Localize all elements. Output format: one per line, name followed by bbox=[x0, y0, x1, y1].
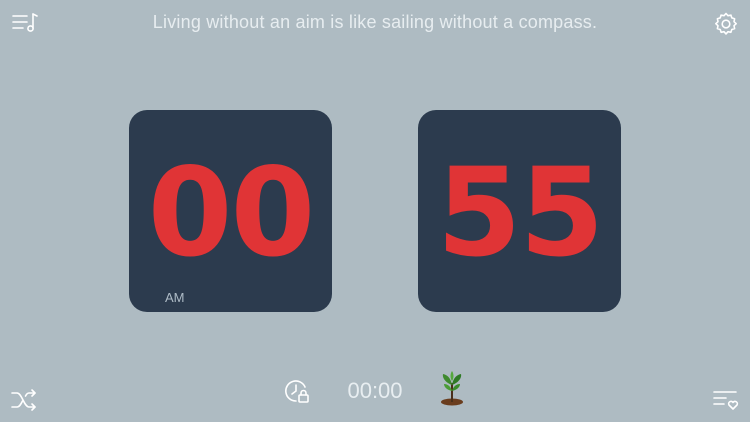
hours-card: 00 AM bbox=[129, 110, 332, 312]
am-pm-label: AM bbox=[165, 290, 185, 305]
sprout-icon[interactable] bbox=[437, 369, 467, 407]
gear-icon[interactable] bbox=[711, 9, 741, 39]
hours-digits: 00 bbox=[147, 142, 316, 284]
clock-lock-icon[interactable] bbox=[282, 376, 312, 406]
minutes-card: 55 bbox=[418, 110, 621, 312]
shuffle-icon[interactable] bbox=[9, 385, 39, 415]
favorites-list-icon[interactable] bbox=[711, 385, 741, 415]
quote-text: Living without an aim is like sailing wi… bbox=[152, 12, 598, 32]
timer-display[interactable]: 00:00 bbox=[330, 378, 420, 404]
minutes-digits: 55 bbox=[436, 142, 605, 284]
